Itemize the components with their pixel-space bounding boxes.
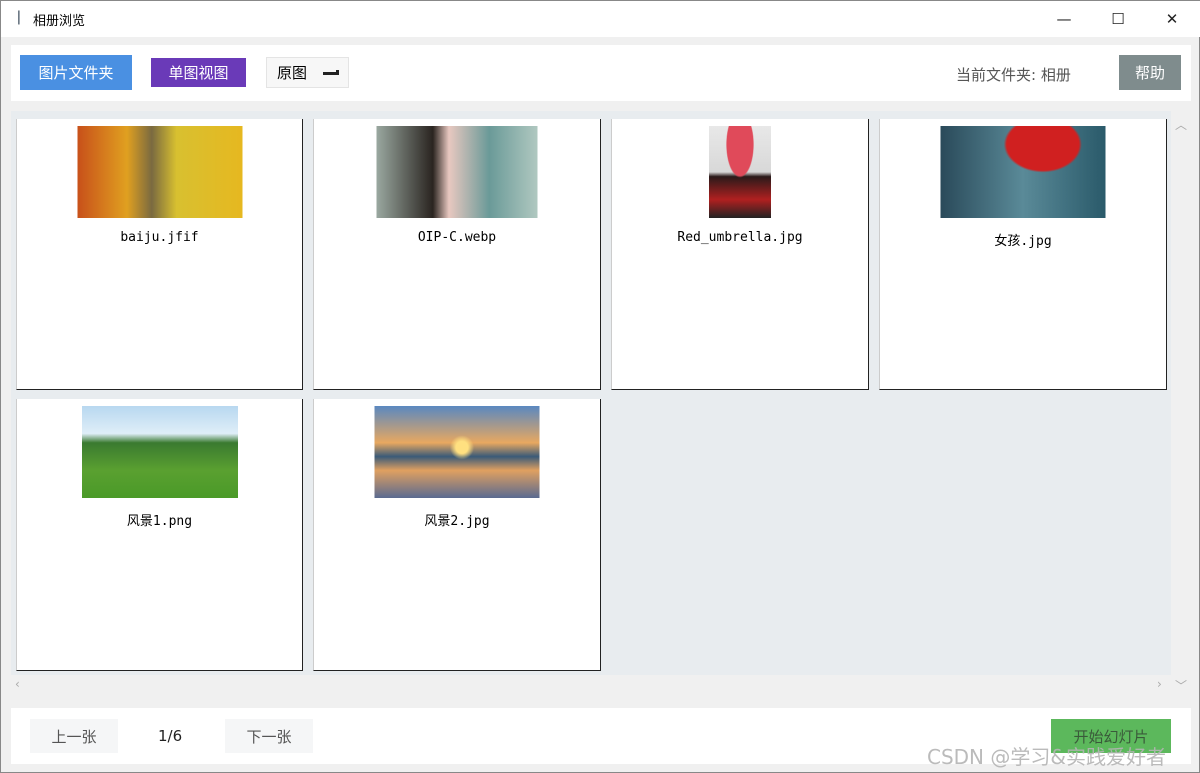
close-button[interactable]: ✕: [1149, 7, 1195, 31]
maximize-button[interactable]: ☐: [1095, 7, 1141, 31]
filename: baiju.jfif: [120, 230, 199, 245]
scroll-left-icon[interactable]: ‹: [15, 677, 20, 691]
image-folder-button[interactable]: 图片文件夹: [20, 55, 132, 90]
single-view-button[interactable]: 单图视图: [151, 58, 246, 87]
page-indicator: 1/6: [158, 727, 183, 745]
window-title: 相册浏览: [33, 14, 86, 29]
feather-icon: ❘: [13, 9, 25, 25]
thumbnail-card[interactable]: Red_umbrella.jpg: [611, 119, 869, 390]
current-folder-label: 当前文件夹: 相册: [956, 66, 1071, 84]
thumbnail-image: [376, 126, 538, 218]
minimize-button[interactable]: —: [1041, 7, 1087, 31]
toolbar: 图片文件夹 单图视图 原图 当前文件夹: 相册 帮助: [11, 45, 1191, 101]
prev-button[interactable]: 上一张: [30, 719, 118, 753]
filename: 风景2.jpg: [424, 514, 490, 529]
size-select-value: 原图: [277, 64, 308, 82]
scroll-down-icon[interactable]: ﹀: [1175, 677, 1187, 694]
next-button[interactable]: 下一张: [225, 719, 313, 753]
thumbnail-card[interactable]: baiju.jfif: [16, 119, 303, 390]
vertical-scrollbar[interactable]: ︿ ﹀: [1171, 111, 1189, 694]
scroll-right-icon[interactable]: ›: [1157, 677, 1162, 691]
thumbnail-image: [374, 406, 540, 498]
filename: 风景1.png: [126, 514, 193, 529]
thumbnail-image: [81, 406, 238, 498]
thumbnail-image: [77, 126, 242, 218]
thumbnail-grid: baiju.jfif OIP-C.webp Red_umbrella.jpg 女…: [11, 111, 1171, 675]
watermark: CSDN @学习&实践爱好者: [927, 745, 1166, 769]
title-bar: ❘ 相册浏览 — ☐ ✕: [1, 1, 1200, 37]
thumbnail-image: [709, 126, 771, 218]
filename: 女孩.jpg: [994, 234, 1052, 249]
thumbnail-card[interactable]: 女孩.jpg: [879, 119, 1167, 390]
filename: OIP-C.webp: [417, 230, 497, 245]
dropdown-indicator-icon: [323, 70, 339, 75]
size-select[interactable]: 原图: [266, 57, 349, 88]
help-button[interactable]: 帮助: [1119, 55, 1181, 90]
thumbnail-image: [940, 126, 1106, 218]
horizontal-scrollbar[interactable]: ‹ ›: [11, 677, 1171, 693]
filename: Red_umbrella.jpg: [677, 230, 803, 245]
thumbnail-card[interactable]: OIP-C.webp: [313, 119, 601, 390]
thumbnail-card[interactable]: 风景2.jpg: [313, 399, 601, 671]
thumbnail-card[interactable]: 风景1.png: [16, 399, 303, 671]
scroll-up-icon[interactable]: ︿: [1175, 116, 1187, 133]
